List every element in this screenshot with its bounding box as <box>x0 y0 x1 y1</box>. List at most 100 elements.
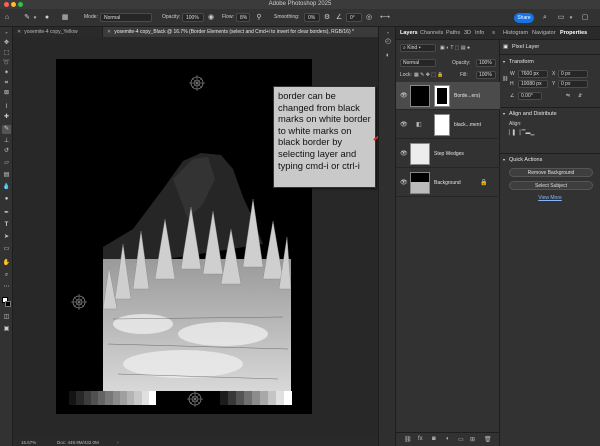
screen-mode-icon[interactable]: ▣ <box>2 325 11 334</box>
opacity-field[interactable]: 100% <box>182 13 204 22</box>
eye-icon[interactable]: 👁 <box>400 121 408 128</box>
brush-tool-icon[interactable]: ✎ <box>2 125 11 134</box>
view-more-link[interactable]: View More <box>500 195 600 201</box>
flow-field[interactable]: 8% <box>236 13 250 22</box>
close-tab-icon[interactable]: ✕ <box>17 29 21 35</box>
gradient-tool-icon[interactable]: ▤ <box>2 171 11 180</box>
zoom-tool-icon[interactable]: ⌕ <box>2 271 11 280</box>
layer-mask-thumbnail[interactable] <box>434 85 450 107</box>
tab-black-document[interactable]: ✕ yosemite-4 copy_Black @ 16.7% (Border E… <box>103 27 378 37</box>
chevron-down-icon[interactable]: ▾ <box>503 59 505 64</box>
layer-row-black-adjustment[interactable]: 👁 ◧ black...ment <box>396 111 500 139</box>
tab-paths[interactable]: Paths <box>446 27 460 40</box>
x-field[interactable]: 0 px <box>558 70 588 78</box>
home-icon[interactable]: ⌂ <box>2 13 12 23</box>
chevron-down-icon[interactable]: ▾ <box>503 157 505 162</box>
pen-tool-icon[interactable]: ✒ <box>2 209 11 218</box>
eye-icon[interactable]: 👁 <box>400 150 408 157</box>
close-tab-icon[interactable]: ✕ <box>107 29 111 35</box>
tab-channels[interactable]: Channels <box>420 27 443 40</box>
type-tool-icon[interactable]: T <box>2 221 11 230</box>
hand-tool-icon[interactable]: ✋ <box>2 259 11 268</box>
layer-style-icon[interactable]: fx <box>418 436 423 442</box>
layer-name[interactable]: Step Wedges <box>434 151 464 157</box>
rectangle-tool-icon[interactable]: ▭ <box>2 245 11 254</box>
remove-background-button[interactable]: Remove Background <box>509 168 593 177</box>
layer-row-background[interactable]: 👁 Background 🔒 <box>396 169 500 197</box>
select-subject-button[interactable]: Select Subject <box>509 181 593 190</box>
document-size[interactable]: Doc: 449.9M/432.0M <box>57 440 99 445</box>
filter-icons[interactable]: ▣ ◐ T ⬚ ▤ ● <box>440 45 470 51</box>
tab-info[interactable]: Info <box>475 27 484 40</box>
quick-mask-icon[interactable]: ◫ <box>2 313 11 322</box>
airbrush-icon[interactable]: ⚲ <box>254 13 264 23</box>
share-button[interactable]: Share <box>514 13 534 23</box>
trash-icon[interactable]: 🗑 <box>484 436 492 443</box>
pressure-size-icon[interactable]: ◎ <box>364 13 374 23</box>
tab-layers[interactable]: Layers <box>400 27 418 40</box>
eye-icon[interactable]: 👁 <box>400 179 408 186</box>
magic-wand-tool-icon[interactable]: ✶ <box>2 69 11 78</box>
angle-field[interactable]: 0.00° <box>518 92 542 100</box>
history-brush-tool-icon[interactable]: ↺ <box>2 147 11 156</box>
collapse-icon[interactable]: » <box>2 28 11 37</box>
y-field[interactable]: 0 px <box>558 80 588 88</box>
filter-kind-select[interactable]: ⌕ Kind ▾ <box>400 44 436 52</box>
width-field[interactable]: 7600 px <box>518 70 548 78</box>
brush-settings-icon[interactable]: ▦ <box>60 13 70 23</box>
zoom-level[interactable]: 16.67% <box>21 440 36 445</box>
layer-row-border-elements[interactable]: 👁 Borde...ers) <box>396 82 500 110</box>
chevron-right-icon[interactable]: › <box>117 440 119 445</box>
path-select-tool-icon[interactable]: ➤ <box>2 233 11 242</box>
eye-icon[interactable]: 👁 <box>400 92 408 99</box>
chevron-down-icon[interactable]: ▾ <box>566 13 576 23</box>
blend-mode-select[interactable]: Normal <box>400 59 436 67</box>
blur-tool-icon[interactable]: 💧 <box>2 183 11 192</box>
workspace-icon[interactable]: ▭ <box>556 13 566 23</box>
adjustments-icon[interactable]: ◐ <box>383 51 393 61</box>
eyedropper-tool-icon[interactable]: ⌇ <box>2 103 11 112</box>
gear-icon[interactable]: ⚙ <box>322 13 332 23</box>
layer-opacity-field[interactable]: 100% <box>476 59 496 67</box>
chevron-down-icon[interactable]: ▾ <box>30 13 40 23</box>
layer-row-step-wedges[interactable]: 👁 Step Wedges <box>396 140 500 168</box>
panel-menu-icon[interactable]: ≡ <box>492 27 495 40</box>
artboard-tool-icon[interactable]: ⬚ <box>2 49 11 58</box>
pressure-opacity-icon[interactable]: ◉ <box>206 13 216 23</box>
mode-select[interactable]: Normal <box>100 13 152 22</box>
search-icon[interactable]: ⌕ <box>540 13 550 23</box>
tab-histogram[interactable]: Histogram <box>503 27 528 40</box>
tab-properties[interactable]: Properties <box>560 27 587 40</box>
brush-angle-field[interactable]: 0° <box>346 13 362 22</box>
symmetry-icon[interactable]: ⟷ <box>380 13 390 23</box>
group-icon[interactable]: ▭ <box>458 436 464 443</box>
more-tools-icon[interactable]: ⋯ <box>2 283 11 292</box>
link-layers-icon[interactable]: ⛓ <box>404 436 412 443</box>
eraser-tool-icon[interactable]: ▱ <box>2 159 11 168</box>
new-layer-icon[interactable]: ⊞ <box>470 436 475 443</box>
lasso-tool-icon[interactable]: ➰ <box>2 59 11 68</box>
move-tool-icon[interactable]: ✥ <box>2 39 11 48</box>
layer-name[interactable]: Background <box>434 180 461 186</box>
app-menu-icon[interactable]: ▢ <box>580 13 590 23</box>
spot-heal-tool-icon[interactable]: ✚ <box>2 113 11 122</box>
align-section-title[interactable]: Align and Distribute <box>509 111 557 117</box>
chevron-down-icon[interactable]: ▾ <box>503 111 505 116</box>
crop-tool-icon[interactable]: ⌗ <box>2 79 11 88</box>
tab-yellow-document[interactable]: ✕ yosemite-4 copy_Yellow <box>13 27 103 37</box>
add-mask-icon[interactable]: ◙ <box>432 436 436 442</box>
layer-name[interactable]: Borde...ers) <box>454 93 480 99</box>
dodge-tool-icon[interactable]: ● <box>2 195 11 204</box>
flip-vertical-icon[interactable]: ⇵ <box>578 93 582 99</box>
link-dimensions-icon[interactable]: ⛓ <box>502 76 508 82</box>
fill-field[interactable]: 100% <box>476 71 496 79</box>
transform-section-title[interactable]: Transform <box>509 59 534 65</box>
align-icons[interactable]: ▏▌▕ ▔▬▁ <box>509 130 534 136</box>
frame-tool-icon[interactable]: ⊠ <box>2 89 11 98</box>
tab-3d[interactable]: 3D <box>464 27 471 40</box>
history-icon[interactable]: ◴ <box>383 37 393 47</box>
lock-icons[interactable]: ▦ ✎ ✥ ⬚ 🔒 <box>414 72 444 78</box>
height-field[interactable]: 10080 px <box>518 80 548 88</box>
adjustment-layer-icon[interactable]: ◐ <box>446 436 450 442</box>
quick-actions-section-title[interactable]: Quick Actions <box>509 157 542 163</box>
